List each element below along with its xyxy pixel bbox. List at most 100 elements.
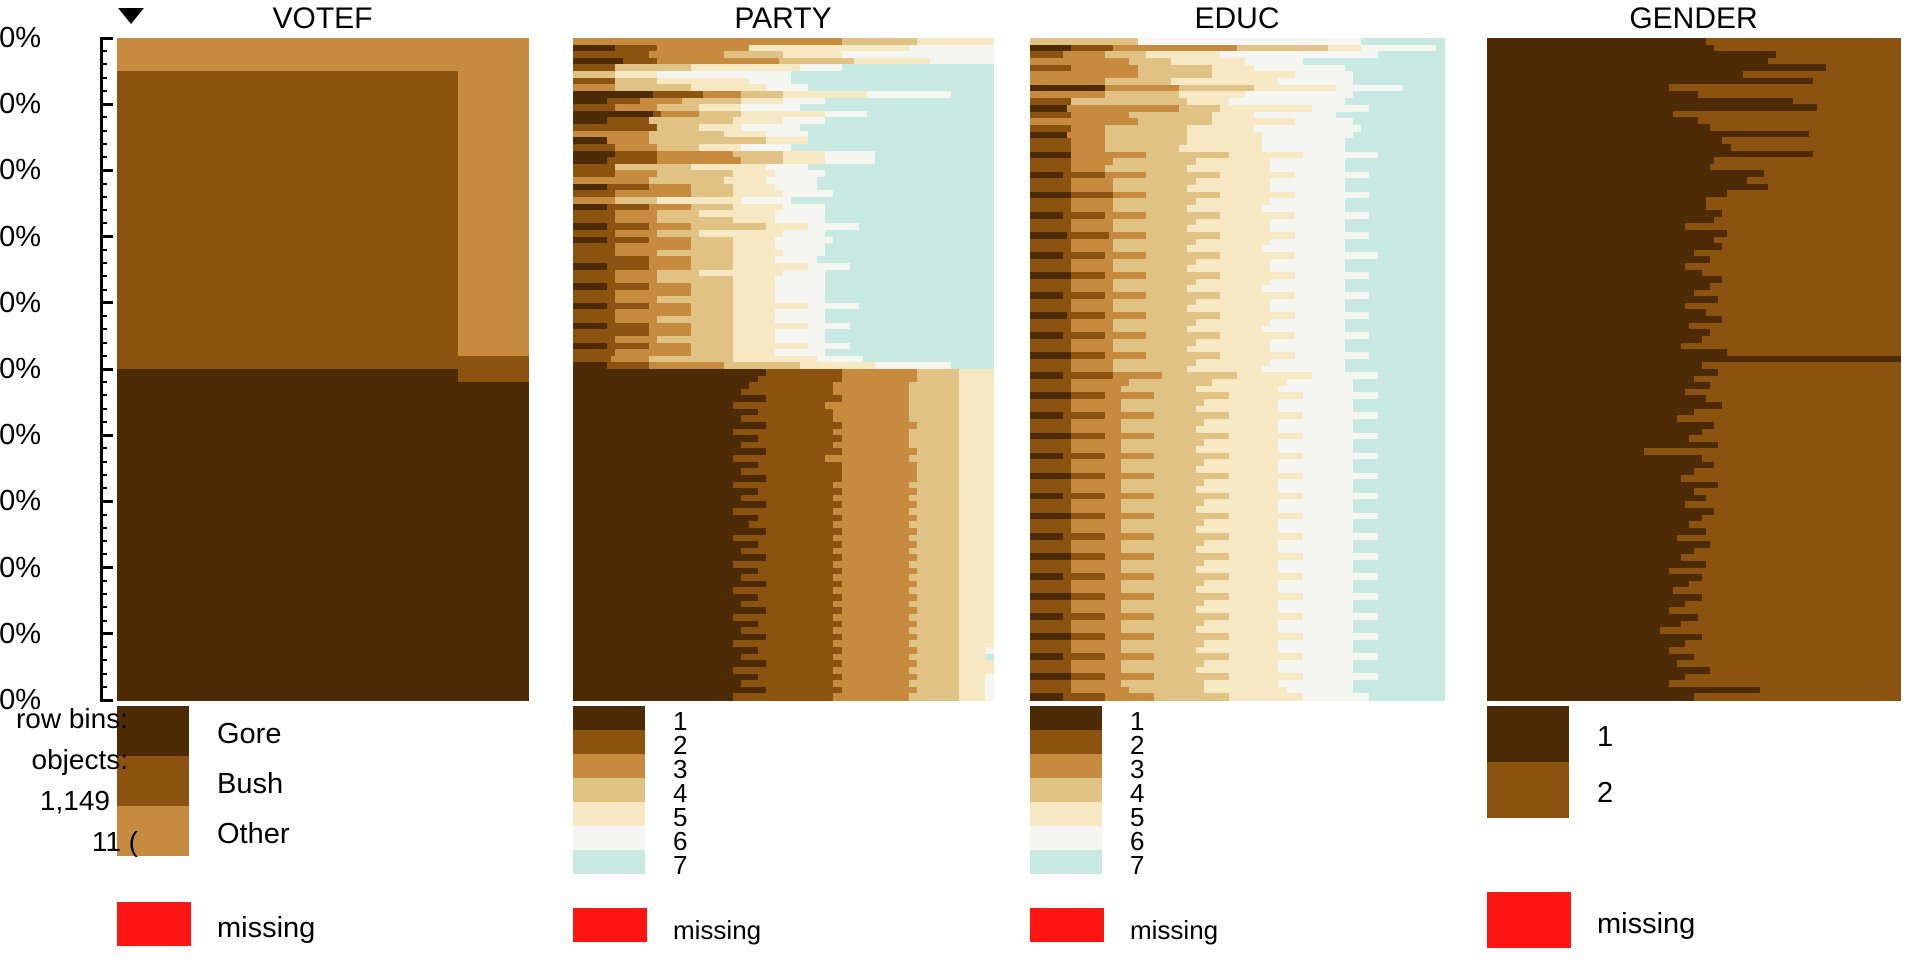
axis-tick-minor [100,381,107,384]
legend-missing-swatch[interactable] [573,908,647,942]
axis-tick-minor [100,315,107,318]
row-segment[interactable] [1487,693,1695,701]
row-segment[interactable] [1030,693,1064,701]
axis-tick-minor [100,526,107,529]
axis-tick-label: 90% [0,617,41,650]
axis-tick-label: 10% [0,88,41,121]
objects-value: 1,149 [39,785,110,816]
legend-swatch[interactable] [1030,730,1102,754]
legend-swatch[interactable] [573,778,645,802]
legend-swatch[interactable] [573,754,645,778]
legend-swatch[interactable] [1030,778,1102,802]
row-segment[interactable] [984,693,994,701]
row-segment[interactable] [732,693,835,701]
axis-tick-major [100,433,113,437]
axis-tick-minor [100,619,107,622]
axis-tick-minor [100,76,107,79]
row-segment[interactable] [1154,693,1230,701]
axis-tick-major [100,698,113,702]
row-segment[interactable] [1369,693,1445,701]
legend-missing-row: missing [1030,908,1450,945]
axis-tick-label: 50% [0,353,41,385]
axis-tick-minor [100,156,107,159]
legend-label: 1 [1597,720,1614,753]
legend-missing-swatch[interactable] [1487,892,1571,948]
axis-tick-minor [100,685,107,688]
axis-tick-minor [100,222,107,225]
panel-title-votef[interactable]: VOTEF [117,2,528,35]
legend-swatch[interactable] [1487,762,1569,818]
panel-title-educ[interactable]: EDUC [1030,2,1444,35]
panel-educ[interactable] [1030,38,1445,701]
legend-missing-swatch[interactable] [1030,908,1104,942]
legend-missing-label: missing [1597,908,1696,941]
axis-tick-label: 20% [0,154,41,187]
axis-tick-minor [100,646,107,649]
row-segment[interactable] [573,693,734,701]
legend-swatch[interactable] [1487,706,1569,762]
axis-tick-minor [100,553,107,556]
axis-tick-minor [100,129,107,132]
legend-swatch[interactable] [1030,850,1102,874]
axis-tick-minor [100,579,107,582]
row-segment[interactable] [1303,693,1371,701]
panel-gender[interactable] [1487,38,1901,701]
legend-swatch[interactable] [573,706,645,730]
axis-tick-major [100,367,113,371]
axis-tick-minor [100,248,107,251]
axis-tick-minor [100,182,107,185]
row-bin[interactable] [573,693,994,701]
table-lens-visualization: 0%10%20%30%40%50%60%70%80%90%100% VOTEF … [0,0,1920,960]
legend-swatch[interactable] [573,730,645,754]
row-segment[interactable] [1063,693,1106,701]
row-segment[interactable] [1693,693,1901,701]
legend-swatch[interactable] [1030,754,1102,778]
row-segment[interactable] [909,693,961,701]
legend-label: Bush [217,767,284,800]
row-bin[interactable] [117,693,529,701]
legend-swatch[interactable] [1030,826,1102,850]
axis-tick-minor [100,659,107,662]
legend-swatch[interactable] [1030,802,1102,826]
legend-label: 7 [673,850,688,881]
legend-swatch[interactable] [573,826,645,850]
row-segment[interactable] [1104,693,1155,701]
axis-tick-minor [100,142,107,145]
legend-missing-swatch[interactable] [117,902,191,946]
axis-tick-minor [100,672,107,675]
axis-tick-major [100,566,113,570]
axis-tick-label: 70% [0,485,41,518]
legend-swatch-stack [1487,706,1569,818]
legend-missing-row: missing [117,902,537,946]
axis-tick-label: 30% [0,220,41,253]
row-segment[interactable] [959,693,986,701]
row-bin[interactable] [1487,693,1901,701]
row-segment[interactable] [117,693,529,701]
axis-tick-major [100,235,113,239]
legend-swatch-stack [1030,706,1102,874]
panel-title-gender[interactable]: GENDER [1487,2,1900,35]
axis-tick-minor [100,420,107,423]
panel-votef[interactable] [117,38,529,701]
axis-tick-minor [100,209,107,212]
panel-title-party[interactable]: PARTY [573,2,993,35]
axis-tick-minor [100,288,107,291]
legend-missing-label: missing [673,914,762,945]
row-segment[interactable] [1228,693,1304,701]
axis-tick-minor [100,394,107,397]
axis-tick-minor [100,50,107,53]
legend-swatch[interactable] [573,802,645,826]
panel-party[interactable] [573,38,994,701]
axis-tick-minor [100,354,107,357]
axis-tick-label: 40% [0,286,41,319]
axis-tick-minor [100,540,107,543]
axis-tick-major [100,499,113,503]
legend-swatch[interactable] [1030,706,1102,730]
row-bin[interactable] [1030,693,1445,701]
row-segment[interactable] [833,693,910,701]
legend-missing-row: missing [1487,892,1907,948]
legend-swatch[interactable] [573,850,645,874]
axis-tick-minor [100,513,107,516]
row-bins-label: row bins: [15,703,128,734]
legend-label: 2 [1597,776,1614,809]
